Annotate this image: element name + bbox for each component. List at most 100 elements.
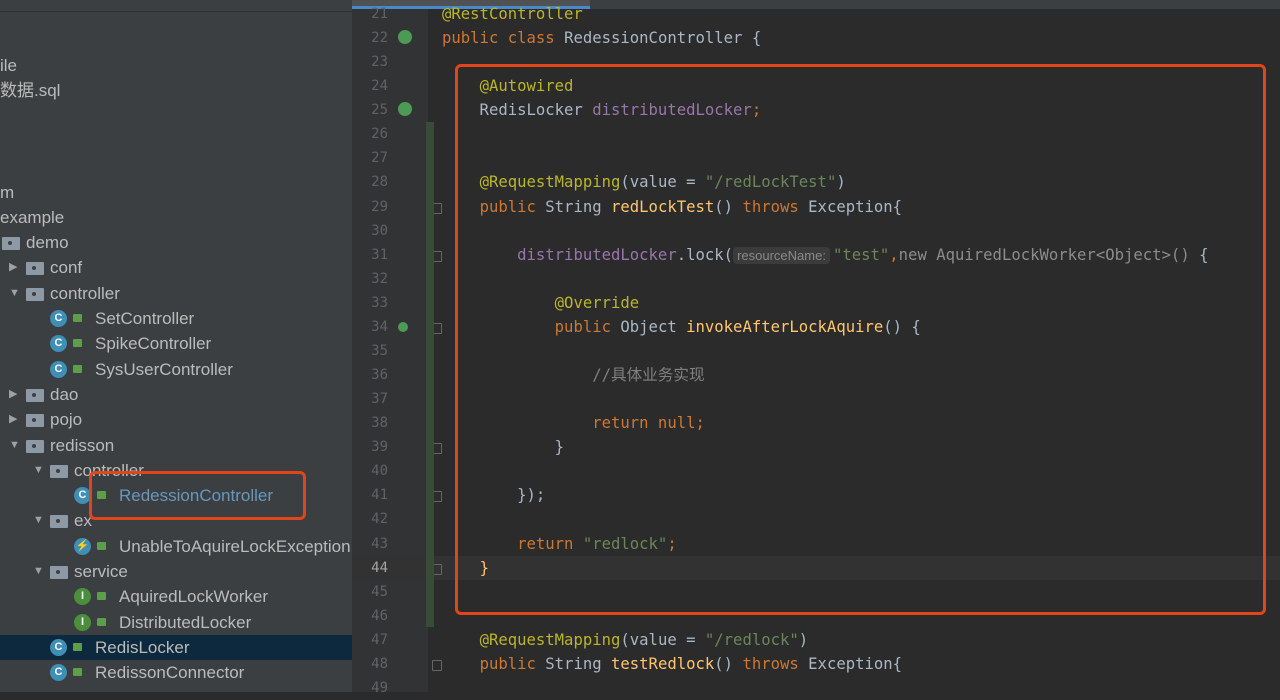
package-folder-icon (2, 237, 20, 251)
code-token: @RestController (442, 5, 583, 23)
expand-arrow-icon[interactable]: ▼ (9, 433, 20, 458)
expand-arrow-icon[interactable]: ▼ (33, 508, 44, 533)
line-number: 36 (371, 367, 388, 384)
tree-item-label: conf (50, 258, 83, 278)
line-number: 30 (371, 222, 388, 239)
code-line[interactable]: 49 (352, 676, 1280, 700)
package-folder-icon (26, 388, 44, 402)
tree-item-conf[interactable]: ▶ conf (0, 255, 352, 280)
tree-item-unabletoaquirelockexception[interactable]: ⚡ UnableToAquireLockException (0, 534, 352, 559)
line-number: 32 (371, 270, 388, 287)
tree-item-sql[interactable]: 数据.sql (0, 78, 352, 103)
code-token: "/redlock" (704, 630, 799, 649)
line-number: 44 (371, 559, 388, 576)
line-number: 28 (371, 174, 388, 191)
fold-icon[interactable] (432, 659, 442, 671)
annotation-box-code (455, 64, 1266, 615)
line-number: 35 (371, 342, 388, 359)
tree-item-demo[interactable]: ▼demo (0, 230, 352, 255)
code-text: public String testRedlock() throws Excep… (442, 652, 903, 676)
tree-item-redisson[interactable]: ▼ redisson (0, 433, 352, 458)
code-line[interactable]: 48 public String testRedlock() throws Ex… (352, 652, 1280, 676)
annotation-box-file (89, 471, 306, 520)
code-token: public (479, 654, 546, 673)
code-token: RedessionController { (564, 29, 762, 48)
tree-item-label: dao (50, 384, 79, 404)
collapse-arrow-icon[interactable]: ▶ (9, 382, 17, 407)
lock-icon (97, 541, 106, 550)
override-icon[interactable] (398, 321, 408, 332)
lock-icon (97, 592, 106, 601)
spring-bean-icon[interactable] (398, 30, 412, 45)
code-token: ) (798, 630, 809, 649)
tree-item-label: m (0, 182, 15, 202)
code-token: (value = (620, 630, 705, 649)
interface-icon: I (74, 613, 91, 631)
tree-item-aquiredlockworker[interactable]: I AquiredLockWorker (0, 584, 352, 609)
tree-item-label: DistributedLocker (119, 612, 252, 632)
tree-item-label: service (74, 562, 128, 581)
tree-item-redislocker[interactable]: C RedisLocker (0, 634, 352, 660)
tree-item-label: 数据.sql (0, 81, 61, 101)
line-number: 34 (371, 318, 388, 335)
code-token: Exception{ (808, 654, 903, 673)
code-token: String (545, 654, 611, 673)
line-number: 23 (371, 54, 388, 71)
tree-item-ile[interactable]: ile (0, 53, 352, 78)
line-number: 40 (371, 463, 388, 480)
tree-item-distributedlocker[interactable]: I DistributedLocker (0, 610, 352, 635)
tree-item-service[interactable]: ▼ service (0, 559, 352, 584)
expand-arrow-icon[interactable]: ▼ (33, 458, 44, 483)
package-folder-icon (50, 566, 68, 579)
package-folder-icon (26, 287, 44, 301)
tree-item-dao[interactable]: ▶ dao (0, 382, 352, 407)
tree-item-pojo[interactable]: ▶ pojo (0, 407, 352, 432)
package-folder-icon (26, 262, 44, 276)
tree-item-spikecontroller[interactable]: C SpikeController (0, 331, 352, 356)
tree-item-m[interactable]: m (0, 180, 352, 205)
collapse-arrow-icon[interactable]: ▶ (9, 407, 17, 432)
tree-item-label: RedissonConnector (95, 663, 245, 683)
tree-item-label: ile (0, 56, 18, 75)
project-toolbar (0, 0, 352, 12)
line-number: 26 (371, 126, 388, 143)
tree-item-label: UnableToAquireLockException (119, 536, 351, 556)
line-number: 29 (371, 198, 388, 215)
line-number: 38 (371, 415, 388, 432)
expand-arrow-icon[interactable]: ▼ (33, 559, 44, 584)
line-number: 31 (371, 246, 388, 263)
code-token: @RequestMapping (479, 630, 621, 649)
tree-item-label: redisson (50, 435, 115, 455)
project-tree[interactable]: ile数据.sqlmexample▼demo▶conf▼controllerCS… (0, 0, 352, 692)
tree-item-example[interactable]: example (0, 205, 352, 230)
package-folder-icon (50, 515, 68, 529)
line-number: 46 (371, 607, 388, 624)
line-number: 24 (371, 78, 388, 95)
tree-item-redissonconnector[interactable]: C RedissonConnector (0, 660, 352, 685)
autowired-icon[interactable] (398, 102, 412, 117)
lock-icon (73, 314, 82, 322)
expand-arrow-icon[interactable]: ▼ (9, 281, 20, 306)
code-line[interactable]: 21 @RestController (352, 2, 1280, 26)
class-icon: C (50, 310, 67, 327)
line-number: 21 (371, 6, 388, 22)
tree-item-sysusercontroller[interactable]: C SysUserController (0, 357, 352, 382)
tree-item-label: SpikeController (95, 334, 212, 354)
tree-item-controller[interactable]: ▼ controller (0, 281, 352, 306)
tree-item-label: SysUserController (95, 359, 233, 379)
lock-icon (73, 364, 82, 373)
tree-item-label: pojo (50, 410, 83, 430)
code-token: public class (442, 29, 565, 48)
code-line[interactable]: 47 @RequestMapping(value = "/redlock") (352, 628, 1280, 652)
line-number: 47 (371, 631, 388, 648)
line-number: 33 (371, 294, 388, 311)
package-folder-icon (26, 439, 44, 453)
tree-item-label: RedisLocker (95, 637, 190, 657)
collapse-arrow-icon[interactable]: ▶ (9, 255, 17, 280)
line-number: 43 (371, 535, 388, 552)
tree-item-setcontroller[interactable]: C SetController (0, 306, 352, 331)
package-folder-icon (26, 414, 44, 428)
code-line[interactable]: 22 public class RedessionController { (352, 26, 1280, 50)
lock-icon (73, 642, 82, 651)
